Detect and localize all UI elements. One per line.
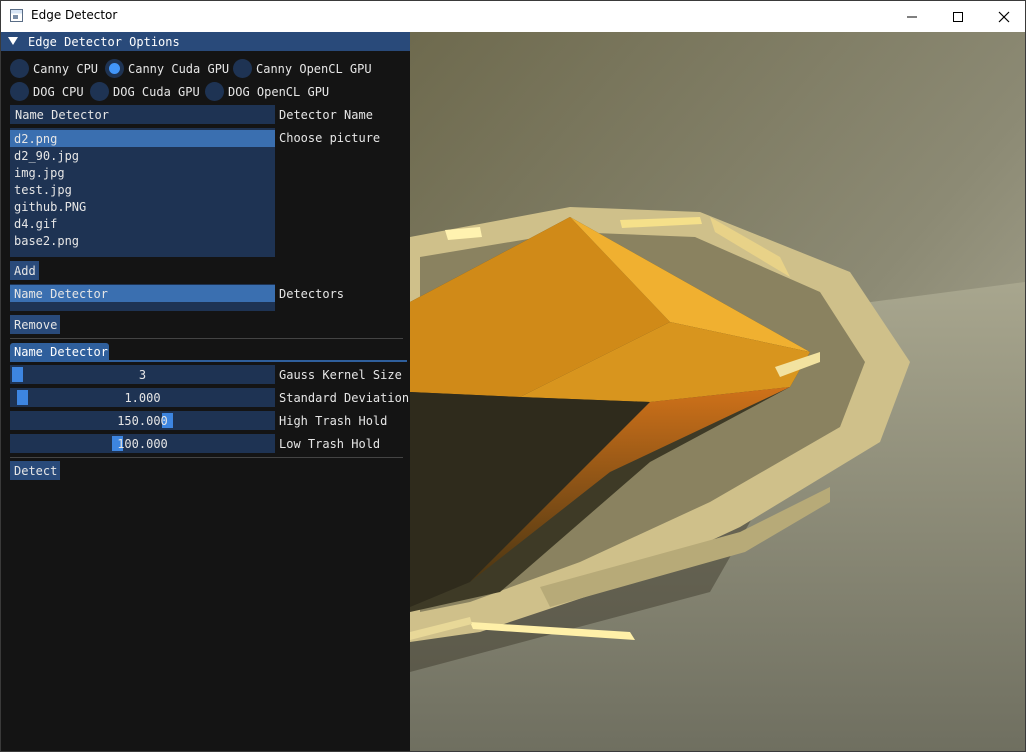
detectors-listbox[interactable]: Name Detector xyxy=(10,284,275,311)
title-bar[interactable]: Edge Detector xyxy=(1,1,1025,33)
detectors-label: Detectors xyxy=(279,287,345,301)
detector-name-label: Detector Name xyxy=(279,108,373,122)
remove-button[interactable]: Remove xyxy=(10,315,60,334)
picture-listbox[interactable]: d2.png d2_90.jpg img.jpg test.jpg github… xyxy=(10,128,275,257)
slider-label-std-dev: Standard Deviation xyxy=(279,391,410,405)
list-item[interactable]: base2.png xyxy=(10,232,275,249)
minimize-button[interactable] xyxy=(889,1,935,32)
choose-picture-label: Choose picture xyxy=(279,131,381,145)
panel-header[interactable]: Edge Detector Options xyxy=(1,32,410,51)
list-item[interactable]: test.jpg xyxy=(10,181,275,198)
panel-title: Edge Detector Options xyxy=(28,35,180,49)
radio-label-canny-cpu: Canny CPU xyxy=(33,62,99,76)
low-threshold-slider[interactable]: 100.000 xyxy=(10,434,275,453)
close-icon xyxy=(998,11,1010,23)
radio-dog-cuda-gpu[interactable] xyxy=(90,82,109,101)
radio-canny-cpu[interactable] xyxy=(10,59,29,78)
slider-label-gauss: Gauss Kernel Size xyxy=(279,368,402,382)
app-window: Edge Detector Edge Detector Options Cann… xyxy=(0,0,1026,752)
radio-dog-cpu[interactable] xyxy=(10,82,29,101)
high-threshold-slider[interactable]: 150.000 xyxy=(10,411,275,430)
list-item[interactable]: d4.gif xyxy=(10,215,275,232)
slider-value: 100.000 xyxy=(117,437,168,451)
maximize-icon xyxy=(953,12,963,22)
radio-label-dog-opencl-gpu: DOG OpenCL GPU xyxy=(228,85,330,99)
slider-value: 3 xyxy=(138,368,147,382)
std-deviation-slider[interactable]: 1.000 xyxy=(10,388,275,407)
radio-canny-opencl-gpu[interactable] xyxy=(233,59,252,78)
slider-label-low: Low Trash Hold xyxy=(279,437,381,451)
detector-name-input[interactable]: Name Detector xyxy=(10,105,275,124)
tab-name-detector[interactable]: Name Detector xyxy=(10,343,109,360)
radio-label-dog-cpu: DOG CPU xyxy=(33,85,84,99)
radio-canny-cuda-gpu[interactable] xyxy=(105,59,124,78)
tab-underline xyxy=(10,360,407,362)
list-item[interactable]: github.PNG xyxy=(10,198,275,215)
list-item[interactable]: Name Detector xyxy=(10,285,275,302)
gem-render-image xyxy=(410,32,1025,751)
options-panel: Edge Detector Options Canny CPU Canny Cu… xyxy=(1,32,410,751)
collapse-arrow-icon[interactable] xyxy=(8,35,18,49)
detect-button[interactable]: Detect xyxy=(10,461,60,480)
maximize-button[interactable] xyxy=(935,1,981,32)
list-item[interactable]: d2_90.jpg xyxy=(10,147,275,164)
radio-label-canny-cuda-gpu: Canny Cuda GPU xyxy=(128,62,230,76)
gauss-kernel-slider[interactable]: 3 xyxy=(10,365,275,384)
add-button[interactable]: Add xyxy=(10,261,39,280)
list-item[interactable]: d2.png xyxy=(10,130,275,147)
close-button[interactable] xyxy=(981,1,1025,32)
divider xyxy=(10,457,403,458)
slider-value: 1.000 xyxy=(124,391,161,405)
app-icon xyxy=(10,9,23,22)
slider-value: 150.000 xyxy=(117,414,168,428)
slider-label-high: High Trash Hold xyxy=(279,414,388,428)
radio-label-canny-opencl-gpu: Canny OpenCL GPU xyxy=(256,62,372,76)
list-item[interactable]: img.jpg xyxy=(10,164,275,181)
radio-dog-opencl-gpu[interactable] xyxy=(205,82,224,101)
divider xyxy=(10,338,403,339)
window-title: Edge Detector xyxy=(31,8,118,22)
radio-label-dog-cuda-gpu: DOG Cuda GPU xyxy=(113,85,200,99)
render-viewport[interactable] xyxy=(410,32,1025,751)
minimize-icon xyxy=(907,16,917,18)
